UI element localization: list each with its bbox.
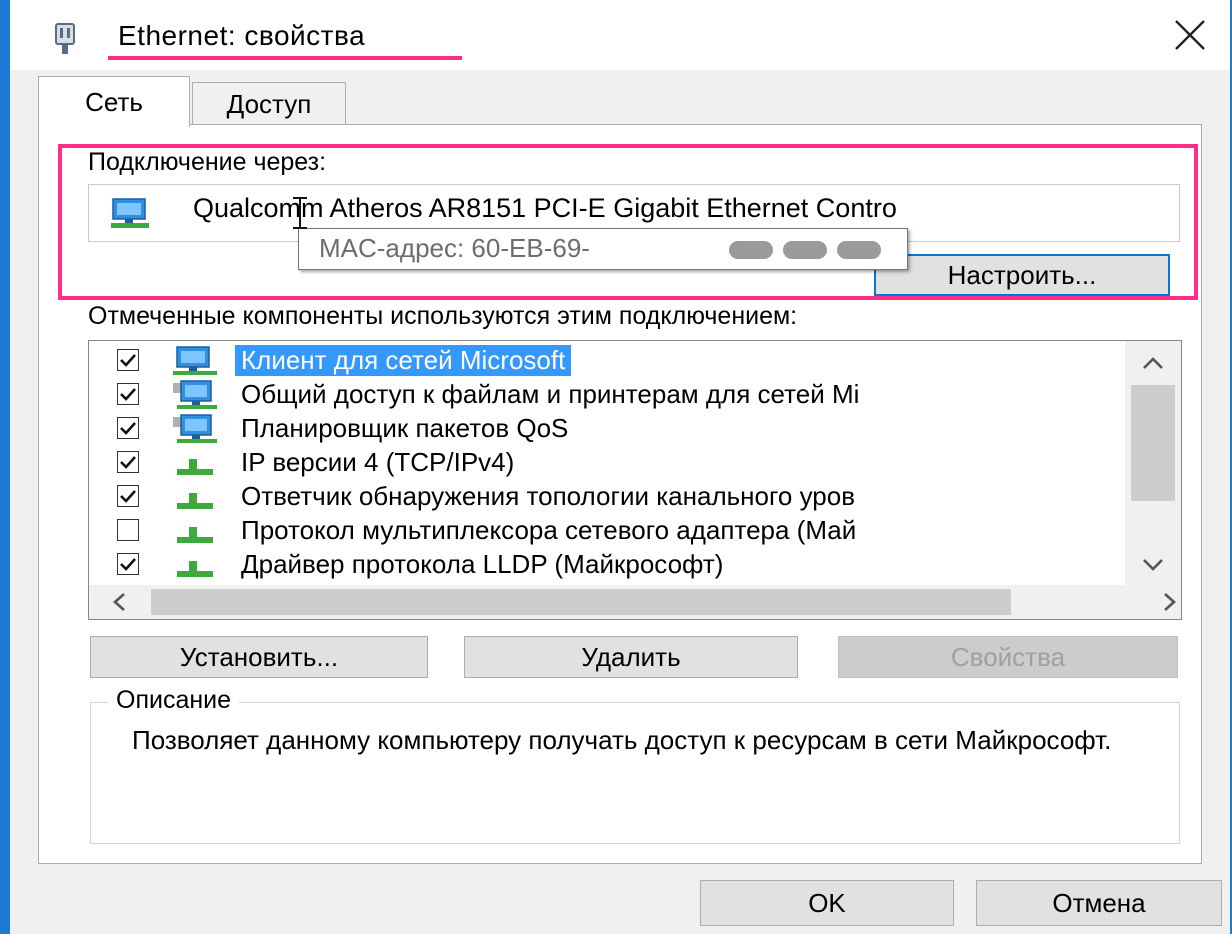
- mac-redaction-3: [837, 241, 881, 259]
- network-service-icon: [173, 414, 217, 443]
- network-service-icon: [173, 380, 217, 409]
- install-button[interactable]: Установить...: [90, 636, 428, 678]
- list-item-label: Драйвер протокола LLDP (Майкрософт): [241, 549, 724, 579]
- protocol-icon: [177, 459, 213, 475]
- horizontal-scroll-thumb[interactable]: [151, 589, 1011, 615]
- list-item-label: Ответчик обнаружения топологии канальног…: [241, 481, 856, 511]
- check-icon: [120, 456, 136, 469]
- check-icon: [120, 422, 136, 435]
- mac-address-tooltip: MAC-адрес: 60-EB-69-: [298, 228, 908, 270]
- list-item-ms-client[interactable]: Клиент для сетей Microsoft: [89, 343, 1125, 377]
- scroll-right-button[interactable]: [1155, 585, 1181, 619]
- properties-button[interactable]: Свойства: [838, 636, 1178, 678]
- window-title: Ethernet: свойства: [118, 20, 366, 51]
- close-icon: [1175, 20, 1205, 50]
- close-button[interactable]: [1160, 12, 1220, 58]
- text-cursor-icon: [293, 197, 307, 229]
- cancel-button[interactable]: Отмена: [976, 880, 1222, 926]
- list-item-label: Планировщик пакетов QoS: [241, 413, 569, 443]
- list-item-label: Клиент для сетей Microsoft: [235, 345, 572, 376]
- chevron-right-icon: [1164, 593, 1176, 611]
- list-item-lldp-driver[interactable]: Драйвер протокола LLDP (Майкрософт): [89, 547, 1125, 581]
- description-legend: Описание: [108, 686, 240, 715]
- checkbox[interactable]: [117, 519, 139, 541]
- vertical-scrollbar[interactable]: [1125, 341, 1181, 585]
- window-border-left: [0, 0, 10, 934]
- checkbox[interactable]: [117, 349, 139, 371]
- chevron-left-icon: [113, 593, 125, 611]
- description-text: Позволяет данному компьютеру получать до…: [132, 725, 1112, 755]
- configure-button[interactable]: Настроить...: [874, 254, 1170, 296]
- checkbox[interactable]: [117, 383, 139, 405]
- scroll-up-button[interactable]: [1125, 341, 1181, 385]
- chevron-up-icon: [1143, 357, 1163, 369]
- checkbox[interactable]: [117, 417, 139, 439]
- horizontal-scrollbar[interactable]: [89, 585, 1181, 619]
- ethernet-adapter-icon: [55, 23, 75, 54]
- vertical-scroll-thumb[interactable]: [1131, 385, 1175, 501]
- title-annotation-underline: [108, 56, 462, 60]
- protocol-icon: [177, 527, 213, 543]
- list-item-label: IP версии 4 (TCP/IPv4): [241, 447, 515, 477]
- checkbox[interactable]: [117, 451, 139, 473]
- components-label: Отмеченные компоненты используются этим …: [88, 302, 798, 330]
- network-adapter-icon: [111, 198, 149, 228]
- check-icon: [120, 490, 136, 503]
- components-list[interactable]: Клиент для сетей Microsoft Общий доступ …: [88, 340, 1182, 620]
- list-item-qos[interactable]: Планировщик пакетов QoS: [89, 411, 1125, 445]
- mac-redaction-2: [783, 241, 827, 259]
- checkbox[interactable]: [117, 485, 139, 507]
- list-item-multiplexor[interactable]: Протокол мультиплексора сетевого адаптер…: [89, 513, 1125, 547]
- check-icon: [120, 558, 136, 571]
- mac-address-text: MAC-адрес: 60-EB-69-: [319, 233, 590, 263]
- list-item-label: Протокол мультиплексора сетевого адаптер…: [241, 515, 857, 545]
- scroll-down-button[interactable]: [1125, 545, 1181, 585]
- tab-network[interactable]: Сеть: [38, 76, 190, 127]
- scroll-left-button[interactable]: [99, 585, 139, 619]
- network-client-icon: [173, 346, 217, 375]
- list-item-label: Общий доступ к файлам и принтерам для се…: [241, 379, 860, 409]
- list-item-lltd-responder[interactable]: Ответчик обнаружения топологии канальног…: [89, 479, 1125, 513]
- chevron-down-icon: [1143, 559, 1163, 571]
- check-icon: [120, 388, 136, 401]
- list-item-ipv4[interactable]: IP версии 4 (TCP/IPv4): [89, 445, 1125, 479]
- list-item-file-sharing[interactable]: Общий доступ к файлам и принтерам для се…: [89, 377, 1125, 411]
- protocol-icon: [177, 561, 213, 577]
- mac-redaction-1: [729, 241, 773, 259]
- tab-access[interactable]: Доступ: [192, 82, 346, 125]
- protocol-icon: [177, 493, 213, 509]
- ok-button[interactable]: OK: [700, 880, 954, 926]
- connect-using-label: Подключение через:: [88, 148, 327, 176]
- checkbox[interactable]: [117, 553, 139, 575]
- check-icon: [120, 354, 136, 367]
- remove-button[interactable]: Удалить: [464, 636, 798, 678]
